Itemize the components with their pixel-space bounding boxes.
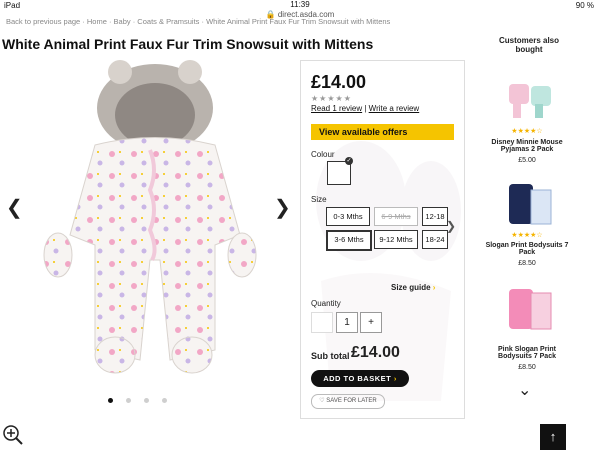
quantity-label: Quantity: [311, 299, 341, 308]
size-guide-label: Size guide: [391, 283, 431, 292]
carousel-dot[interactable]: [126, 398, 131, 403]
size-option[interactable]: 6-9 Mths: [374, 207, 418, 226]
product-price: £14.00: [311, 72, 367, 92]
add-to-basket-button[interactable]: ADD TO BASKET ›: [311, 370, 409, 387]
quantity-input[interactable]: 1: [336, 312, 358, 333]
view-offers-button[interactable]: View available offers: [311, 124, 454, 140]
carousel-dot[interactable]: [108, 398, 113, 403]
breadcrumb[interactable]: Back to previous page · Home · Baby · Co…: [6, 17, 390, 26]
size-label: Size: [311, 195, 327, 204]
read-review-link[interactable]: Read 1 review: [311, 104, 362, 113]
clock: 11:39: [290, 0, 310, 9]
purchase-panel: £14.00 ★★★★★ Read 1 review | Write a rev…: [300, 60, 465, 419]
chevron-right-icon[interactable]: ❯: [446, 219, 456, 233]
product-price: £8.50: [518, 260, 536, 267]
scroll-top-button[interactable]: ↑: [540, 424, 566, 450]
rating-stars: ★★★★☆: [511, 232, 543, 239]
rating-stars: ★★★★★: [311, 94, 352, 103]
size-guide-link[interactable]: Size guide ›: [391, 283, 435, 292]
quantity-increase-button[interactable]: +: [360, 312, 382, 333]
arrow-up-icon: ↑: [549, 429, 557, 444]
product-price: £8.50: [518, 364, 536, 371]
arrow-icon: ›: [393, 374, 397, 383]
product-thumbnail[interactable]: [505, 80, 557, 120]
rating-stars: ★★★★☆: [511, 128, 543, 135]
chevron-left-icon[interactable]: ❮: [6, 198, 23, 218]
reviews-links: Read 1 review | Write a review: [311, 104, 419, 113]
write-review-link[interactable]: Write a review: [369, 104, 420, 113]
carousel-dot[interactable]: [144, 398, 149, 403]
check-icon: ✓: [345, 157, 353, 165]
carousel-dot[interactable]: [162, 398, 167, 403]
product-thumbnail[interactable]: [505, 285, 557, 335]
product-name[interactable]: Pink Slogan Print Bodysuits 7 Pack: [482, 346, 572, 360]
size-option[interactable]: 12-18: [422, 207, 448, 226]
quantity-decrease-button[interactable]: [311, 312, 333, 333]
colour-label: Colour: [311, 150, 335, 159]
subtotal-value: £14.00: [351, 344, 400, 361]
product-price: £5.00: [518, 157, 536, 164]
save-for-later-button[interactable]: ♡ SAVE FOR LATER: [311, 394, 385, 409]
size-option[interactable]: 3-6 Mths: [326, 230, 372, 251]
chevron-right-icon[interactable]: ❯: [274, 198, 291, 218]
size-option[interactable]: 18-24: [422, 230, 448, 249]
also-bought-heading: Customers also bought: [498, 36, 560, 54]
product-name[interactable]: Slogan Print Bodysuits 7 Pack: [482, 242, 572, 256]
add-to-basket-label: ADD TO BASKET: [323, 374, 392, 383]
chevron-down-icon[interactable]: ⌄: [518, 380, 531, 400]
battery-label: 90 %: [575, 1, 594, 10]
subtotal-label: Sub total: [311, 351, 350, 361]
product-thumbnail[interactable]: [505, 180, 557, 230]
size-option[interactable]: 0-3 Mths: [326, 207, 370, 226]
size-option[interactable]: 9-12 Mths: [374, 230, 418, 249]
arrow-icon: ›: [432, 283, 436, 292]
carousel-dots: [108, 398, 168, 404]
heart-icon: ♡: [319, 398, 325, 404]
product-image[interactable]: [40, 60, 260, 390]
page-title: White Animal Print Faux Fur Trim Snowsui…: [2, 36, 374, 52]
save-for-later-label: SAVE FOR LATER: [326, 398, 377, 404]
product-name[interactable]: Disney Minnie Mouse Pyjamas 2 Pack: [482, 139, 572, 153]
zoom-in-icon[interactable]: [2, 424, 24, 446]
